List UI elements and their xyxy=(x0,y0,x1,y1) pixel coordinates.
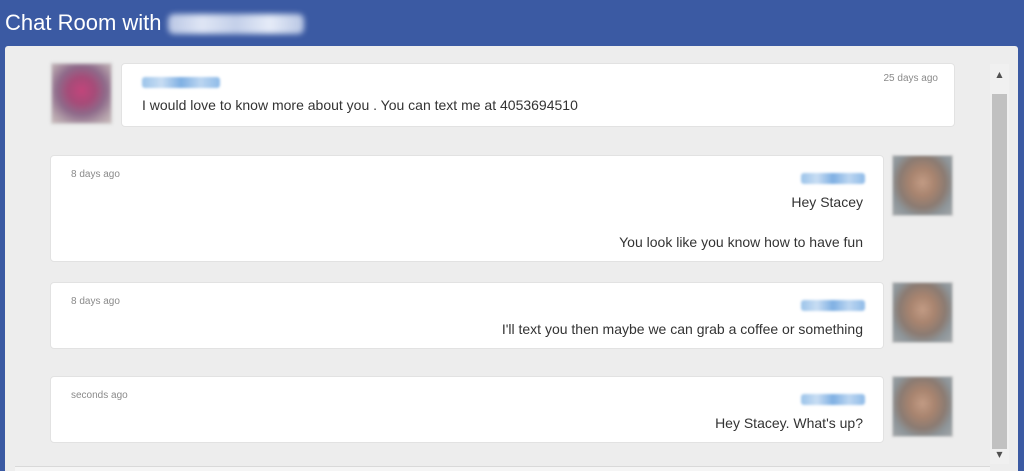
message-text: I would love to know more about you . Yo… xyxy=(142,97,578,113)
user-avatar[interactable] xyxy=(892,376,953,437)
message-timestamp: 8 days ago xyxy=(71,169,120,180)
message-timestamp: 25 days ago xyxy=(883,73,939,84)
message-input-edge xyxy=(15,466,990,471)
message-text: Hey Stacey. What's up? xyxy=(715,415,863,431)
user-avatar[interactable] xyxy=(892,282,953,343)
message-bubble-4: seconds ago Hey Stacey. What's up? xyxy=(50,376,884,443)
message-timestamp: 8 days ago xyxy=(71,296,120,307)
message-text: Hey Stacey xyxy=(791,194,863,210)
contact-avatar[interactable] xyxy=(51,63,112,124)
redacted-contact-name xyxy=(167,14,304,35)
message-text: I'll text you then maybe we can grab a c… xyxy=(501,321,863,337)
chat-header: Chat Room with xyxy=(0,0,1024,46)
message-bubble-3: 8 days ago I'll text you then maybe we c… xyxy=(50,282,884,349)
message-text: You look like you know how to have fun xyxy=(619,234,863,250)
message-list[interactable]: 25 days ago I would love to know more ab… xyxy=(5,46,990,471)
scroll-up-arrow-icon[interactable]: ▲ xyxy=(990,64,1009,84)
scroll-down-arrow-icon[interactable]: ▼ xyxy=(990,444,1009,464)
redacted-sender-name[interactable] xyxy=(801,173,865,184)
redacted-sender-name[interactable] xyxy=(142,77,220,88)
chat-room-title: Chat Room with xyxy=(5,9,304,37)
vertical-scrollbar[interactable]: ▲ ▼ xyxy=(990,64,1009,464)
user-avatar[interactable] xyxy=(892,155,953,216)
chat-room-title-text: Chat Room with xyxy=(5,10,162,35)
message-bubble-1: 25 days ago I would love to know more ab… xyxy=(121,63,955,127)
redacted-sender-name[interactable] xyxy=(801,300,865,311)
scrollbar-thumb[interactable] xyxy=(992,94,1007,449)
redacted-sender-name[interactable] xyxy=(801,394,865,405)
message-timestamp: seconds ago xyxy=(71,390,128,401)
chat-panel: 25 days ago I would love to know more ab… xyxy=(5,46,1018,471)
message-bubble-2: 8 days ago Hey Stacey You look like you … xyxy=(50,155,884,262)
